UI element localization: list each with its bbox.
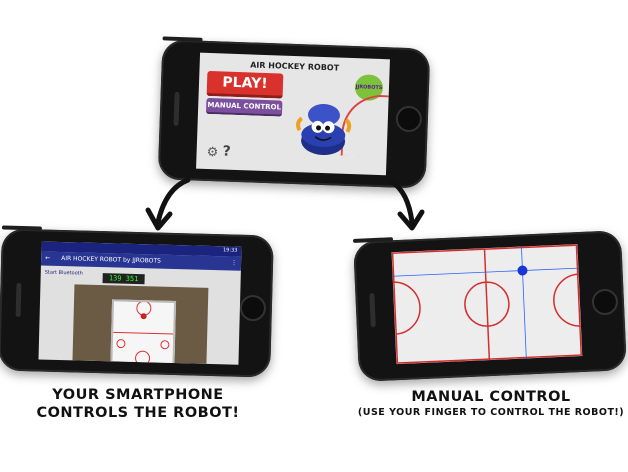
caption-manual-control-sub: (USE YOUR FINGER TO CONTROL THE ROBOT!)	[357, 407, 625, 418]
mascot-puck-icon	[296, 104, 352, 156]
phone-speaker	[15, 282, 22, 317]
back-arrow-icon[interactable]: ←	[45, 252, 50, 266]
status-time: 19:33	[222, 247, 238, 254]
air-hockey-table	[110, 299, 177, 365]
camera-feed	[72, 284, 209, 365]
caption-smartphone-controls: YOUR SMARTPHONE CONTROLS THE ROBOT!	[36, 387, 240, 421]
home-button	[591, 288, 619, 316]
phone-speaker	[369, 293, 376, 328]
connect-link[interactable]: Start Bluetooth	[45, 270, 83, 277]
phone-manual-control	[353, 230, 627, 382]
home-button	[239, 294, 267, 322]
rink-diagram	[391, 244, 583, 364]
manual-control-screen[interactable]	[391, 244, 583, 365]
arrow-left-icon	[145, 177, 191, 231]
score-display: 139 351	[102, 273, 145, 285]
arrow-right-icon	[389, 179, 425, 231]
app-bar-title: AIR HOCKEY ROBOT by JJROBOTS	[61, 255, 161, 265]
more-menu-icon[interactable]: ⋮	[231, 256, 237, 270]
caption-manual-control: MANUAL CONTROL	[411, 389, 571, 405]
home-button	[395, 105, 423, 133]
phone-speaker	[173, 91, 180, 126]
play-button[interactable]: PLAY!	[206, 70, 284, 99]
phone-main-menu: AIR HOCKEY ROBOT PLAY! MANUAL CONTROL JJ…	[157, 39, 431, 189]
question-icon[interactable]: ?	[222, 144, 231, 160]
table-markings	[113, 300, 174, 365]
gear-icon[interactable]: ⚙	[206, 145, 218, 160]
finger-cursor-dot	[517, 265, 528, 276]
main-menu-screen: AIR HOCKEY ROBOT PLAY! MANUAL CONTROL JJ…	[196, 52, 390, 176]
manual-control-button[interactable]: MANUAL CONTROL	[205, 97, 283, 117]
phone-robot-camera: 19:33 ← AIR HOCKEY ROBOT by JJROBOTS ⋮ S…	[0, 228, 274, 378]
camera-screen: 19:33 ← AIR HOCKEY ROBOT by JJROBOTS ⋮ S…	[38, 241, 242, 365]
